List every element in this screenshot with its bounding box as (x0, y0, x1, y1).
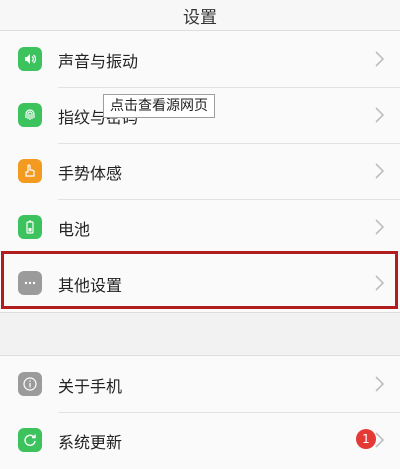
chevron-right-icon (375, 107, 385, 123)
title-bar: 设置 (0, 0, 400, 31)
settings-item-gesture[interactable]: 手势体感 (0, 143, 400, 199)
gesture-icon (18, 159, 42, 183)
battery-icon (18, 215, 42, 239)
settings-group-system: 关于手机 系统更新 (0, 355, 400, 469)
sound-icon (18, 47, 42, 71)
highlight-box (1, 251, 398, 309)
chevron-right-icon (375, 376, 385, 392)
settings-item-label: 手势体感 (58, 164, 123, 183)
chevron-right-icon (375, 51, 385, 67)
chevron-right-icon (375, 163, 385, 179)
info-icon (18, 372, 42, 396)
settings-item-label: 关于手机 (58, 377, 123, 396)
settings-item-label: 声音与振动 (58, 52, 139, 71)
update-icon (18, 428, 42, 452)
chevron-right-icon (375, 219, 385, 235)
settings-item-system-update[interactable]: 系统更新 (0, 412, 400, 468)
settings-item-battery[interactable]: 电池 (0, 199, 400, 255)
settings-item-label: 系统更新 (58, 433, 123, 452)
update-count-badge: 1 (356, 429, 376, 449)
tooltip: 点击查看源网页 (103, 94, 215, 118)
settings-item-label: 电池 (58, 220, 91, 239)
page-title: 设置 (183, 7, 217, 28)
settings-item-about-phone[interactable]: 关于手机 (0, 356, 400, 412)
settings-item-sound[interactable]: 声音与振动 (0, 31, 400, 87)
fingerprint-icon (18, 103, 42, 127)
